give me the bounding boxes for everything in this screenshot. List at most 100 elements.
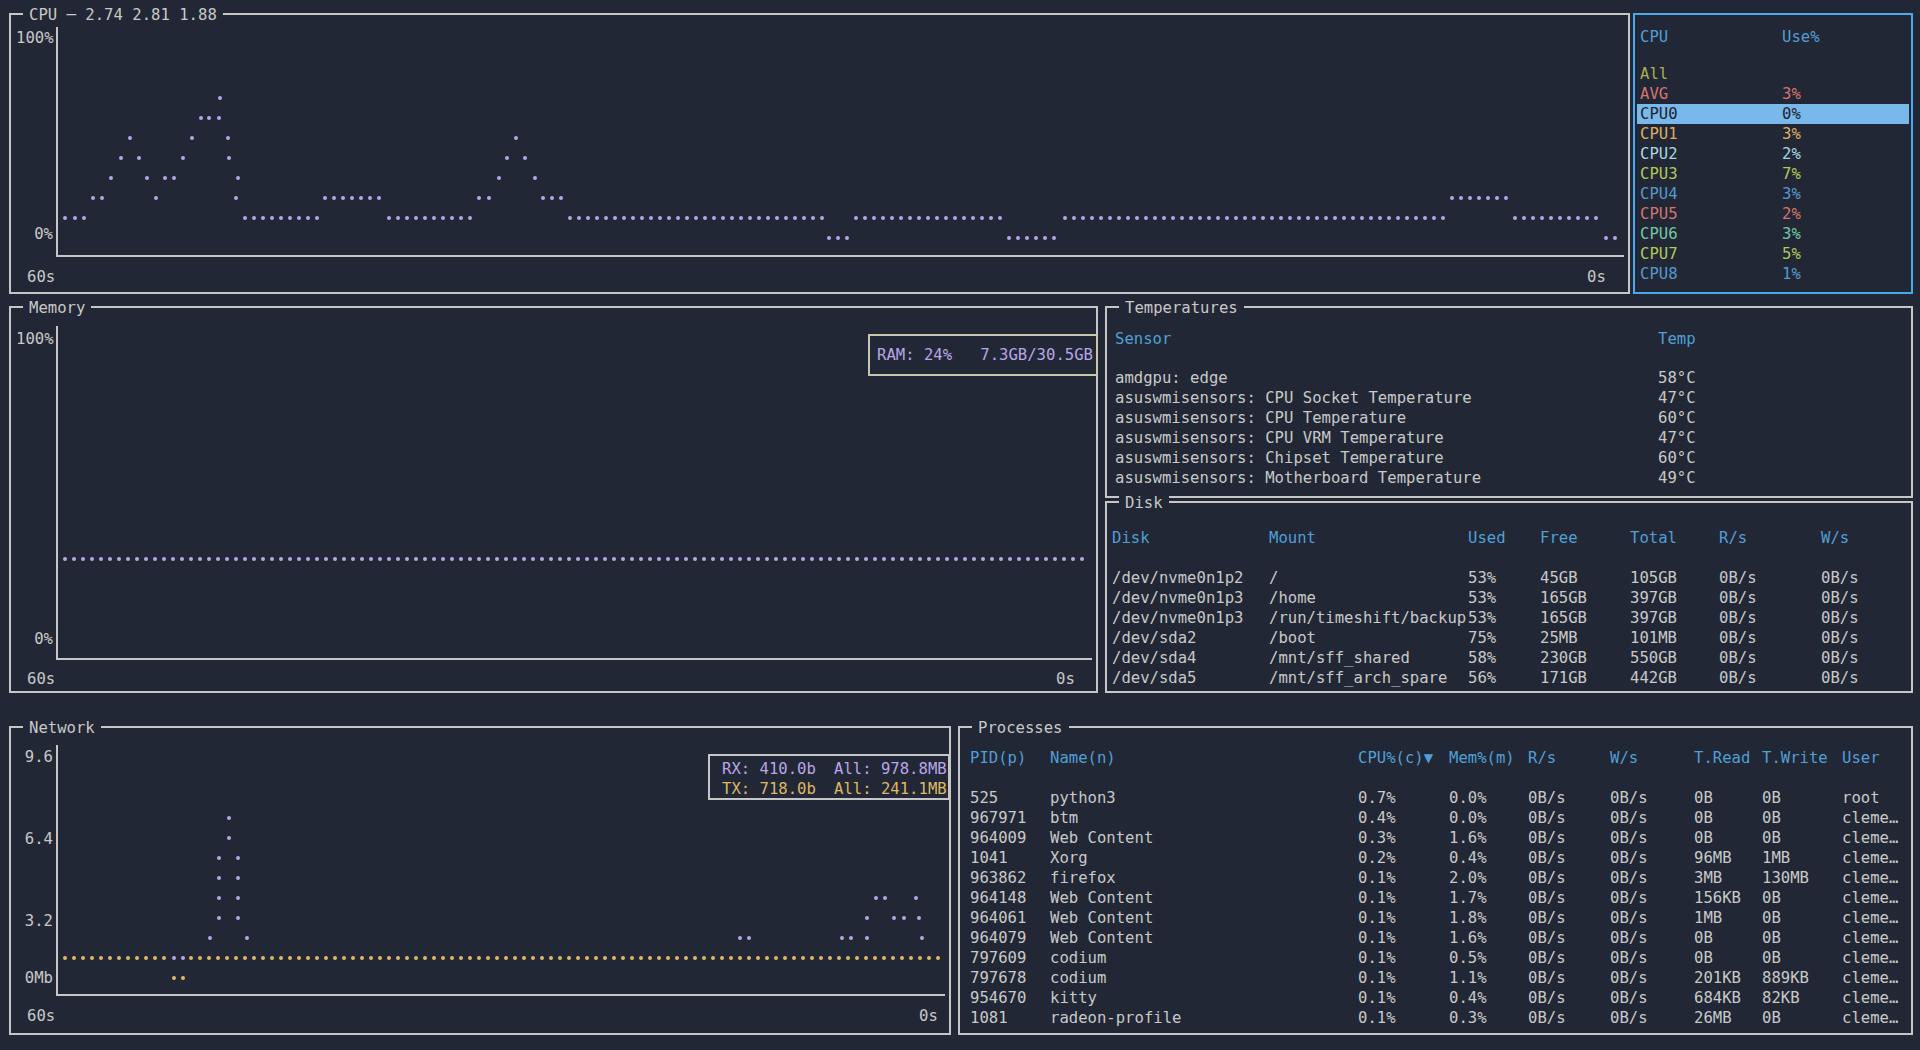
temp-header-sensor[interactable]: Sensor: [1115, 329, 1171, 349]
network-y-axis: [56, 745, 58, 996]
process-row[interactable]: 964009Web Content0.3%1.6%0B/s0B/s0B0Bcle…: [960, 828, 1911, 848]
process-header-0[interactable]: PID(p): [970, 748, 1026, 768]
disk-cell: 397GB: [1630, 608, 1677, 628]
cpu-table-row[interactable]: CPU37%: [1635, 164, 1911, 184]
memory-graph-panel: Memory 100% 0% 60s 0s RAM: 24% 7.3GB/30.…: [9, 306, 1098, 693]
process-row[interactable]: 964148Web Content0.1%1.7%0B/s0B/s156KB0B…: [960, 888, 1911, 908]
process-cell: cleme…: [1842, 1008, 1898, 1028]
cpu-table-row[interactable]: CPU13%: [1635, 124, 1911, 144]
process-cell: 967971: [970, 808, 1026, 828]
process-cell: 0B/s: [1528, 868, 1566, 888]
disk-cell: 0B/s: [1821, 668, 1859, 688]
disk-row[interactable]: /dev/nvme0n1p2/53%45GB105GB0B/s0B/s: [1107, 568, 1911, 588]
disk-cell: 25MB: [1540, 628, 1578, 648]
process-header-3[interactable]: Mem%(m): [1449, 748, 1515, 768]
disk-row[interactable]: /dev/nvme0n1p3/home53%165GB397GB0B/s0B/s: [1107, 588, 1911, 608]
temp-header-temp[interactable]: Temp: [1658, 329, 1696, 349]
disk-row[interactable]: /dev/nvme0n1p3/run/timeshift/backup53%16…: [1107, 608, 1911, 628]
cpu-table-row[interactable]: AVG3%: [1635, 84, 1911, 104]
process-header-6[interactable]: T.Read: [1694, 748, 1750, 768]
process-row[interactable]: 954670kitty0.1%0.4%0B/s0B/s684KB82KBclem…: [960, 988, 1911, 1008]
process-cell: 0.4%: [1358, 808, 1396, 828]
process-row[interactable]: 967971btm0.4%0.0%0B/s0B/s0B0Bcleme…: [960, 808, 1911, 828]
temperature-row[interactable]: asuswmisensors: CPU Socket Temperature47…: [1107, 388, 1911, 408]
network-panel-title: Network: [23, 718, 101, 738]
cpu-table-row[interactable]: All: [1635, 64, 1911, 84]
process-cell: 1MB: [1694, 908, 1722, 928]
process-row[interactable]: 797609codium0.1%0.5%0B/s0B/s0B0Bcleme…: [960, 948, 1911, 968]
temperature-row[interactable]: asuswmisensors: CPU Temperature60°C: [1107, 408, 1911, 428]
process-row[interactable]: 963862firefox0.1%2.0%0B/s0B/s3MB130MBcle…: [960, 868, 1911, 888]
disk-header-4[interactable]: Total: [1630, 528, 1677, 548]
process-row[interactable]: 964079Web Content0.1%1.6%0B/s0B/s0B0Bcle…: [960, 928, 1911, 948]
process-cell: 26MB: [1694, 1008, 1732, 1028]
disk-header-3[interactable]: Free: [1540, 528, 1578, 548]
process-cell: 684KB: [1694, 988, 1741, 1008]
process-cell: 0.2%: [1358, 848, 1396, 868]
process-cell: codium: [1050, 968, 1106, 988]
disk-row[interactable]: /dev/sda2/boot75%25MB101MB0B/s0B/s: [1107, 628, 1911, 648]
process-cell: 1MB: [1762, 848, 1790, 868]
process-header-5[interactable]: W/s: [1610, 748, 1638, 768]
process-cell: 0B: [1694, 828, 1713, 848]
cpu-title-text: CPU: [29, 6, 57, 24]
disk-cell: 53%: [1468, 608, 1496, 628]
disk-header-5[interactable]: R/s: [1719, 528, 1747, 548]
process-row[interactable]: 964061Web Content0.1%1.8%0B/s0B/s1MB0Bcl…: [960, 908, 1911, 928]
process-cell: 0.3%: [1449, 1008, 1487, 1028]
disk-row[interactable]: /dev/sda4/mnt/sff_shared58%230GB550GB0B/…: [1107, 648, 1911, 668]
process-cell: cleme…: [1842, 908, 1898, 928]
process-cell: codium: [1050, 948, 1106, 968]
process-header-4[interactable]: R/s: [1528, 748, 1556, 768]
process-row[interactable]: 1041Xorg0.2%0.4%0B/s0B/s96MB1MBcleme…: [960, 848, 1911, 868]
process-cell: 1.8%: [1449, 908, 1487, 928]
disk-header-1[interactable]: Mount: [1269, 528, 1316, 548]
disk-cell: 0B/s: [1719, 608, 1757, 628]
process-row[interactable]: 1081radeon-profile0.1%0.3%0B/s0B/s26MB0B…: [960, 1008, 1911, 1028]
cpu-table-row[interactable]: CPU63%: [1635, 224, 1911, 244]
process-cell: 1081: [970, 1008, 1008, 1028]
disk-header-2[interactable]: Used: [1468, 528, 1506, 548]
temperature-row[interactable]: asuswmisensors: Chipset Temperature60°C: [1107, 448, 1911, 468]
cpu-table-row[interactable]: CPU22%: [1635, 144, 1911, 164]
cpu-core-label: CPU7: [1640, 244, 1678, 264]
process-row[interactable]: 525python30.7%0.0%0B/s0B/s0B0Broot: [960, 788, 1911, 808]
temperature-row[interactable]: asuswmisensors: Motherboard Temperature4…: [1107, 468, 1911, 488]
process-cell: Web Content: [1050, 928, 1153, 948]
cpu-table-row[interactable]: CPU00%: [1635, 104, 1911, 124]
cpu-table-row[interactable]: CPU75%: [1635, 244, 1911, 264]
process-cell: 0B/s: [1610, 928, 1648, 948]
process-header-7[interactable]: T.Write: [1762, 748, 1828, 768]
cpu-table-row[interactable]: CPU43%: [1635, 184, 1911, 204]
disk-header-6[interactable]: W/s: [1821, 528, 1849, 548]
cpu-table-row[interactable]: CPU52%: [1635, 204, 1911, 224]
temperature-row[interactable]: asuswmisensors: CPU VRM Temperature47°C: [1107, 428, 1911, 448]
process-cell: cleme…: [1842, 928, 1898, 948]
process-header-2[interactable]: CPU%(c)▼: [1358, 748, 1433, 768]
disk-header-0[interactable]: Disk: [1112, 528, 1150, 548]
process-row[interactable]: 797678codium0.1%1.1%0B/s0B/s201KB889KBcl…: [960, 968, 1911, 988]
cpu-table-panel[interactable]: CPU Use% AllAVG3%CPU00%CPU13%CPU22%CPU37…: [1633, 13, 1913, 294]
cpu-core-label: AVG: [1640, 84, 1668, 104]
temperature-row[interactable]: amdgpu: edge58°C: [1107, 368, 1911, 388]
process-cell: 0B: [1762, 888, 1781, 908]
disk-row[interactable]: /dev/sda5/mnt/sff_arch_spare56%171GB442G…: [1107, 668, 1911, 688]
cpu-core-usage: 0%: [1782, 104, 1801, 124]
disk-cell: /home: [1269, 588, 1316, 608]
process-cell: Web Content: [1050, 908, 1153, 928]
process-cell: 0B/s: [1528, 808, 1566, 828]
process-cell: cleme…: [1842, 808, 1898, 828]
cpu-table-row[interactable]: CPU81%: [1635, 264, 1911, 284]
process-cell: 1.6%: [1449, 928, 1487, 948]
cpu-table-header-cpu[interactable]: CPU: [1640, 27, 1668, 47]
disk-cell: 0B/s: [1719, 648, 1757, 668]
network-stats-box: RX: 410.0b All: 978.8MB TX: 718.0b All: …: [708, 754, 950, 800]
process-cell: 0.1%: [1358, 948, 1396, 968]
title-separator: ─: [67, 6, 76, 24]
process-cell: 96MB: [1694, 848, 1732, 868]
cpu-table-header-use[interactable]: Use%: [1782, 27, 1820, 47]
process-cell: 0B/s: [1610, 788, 1648, 808]
process-cell: cleme…: [1842, 948, 1898, 968]
process-header-8[interactable]: User: [1842, 748, 1880, 768]
process-header-1[interactable]: Name(n): [1050, 748, 1116, 768]
